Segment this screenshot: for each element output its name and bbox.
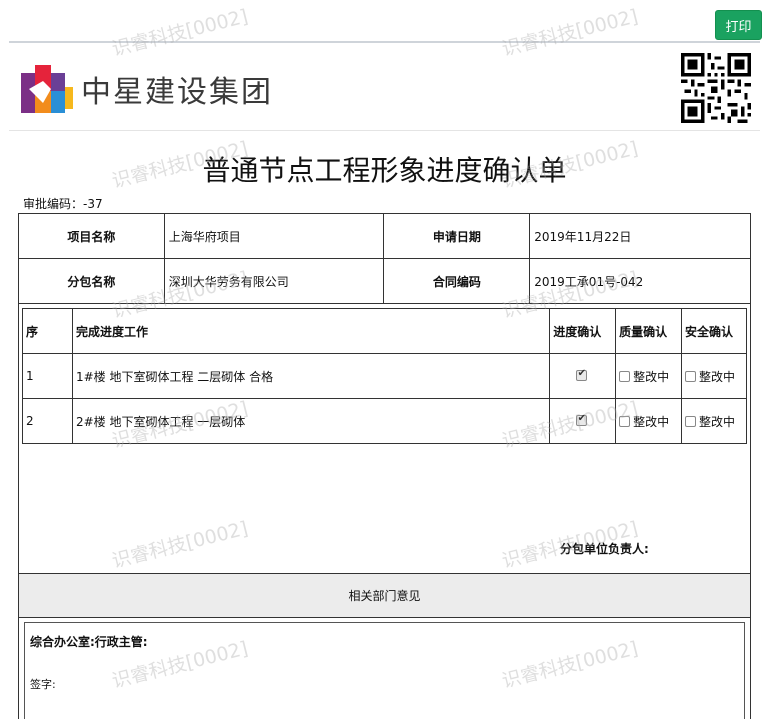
safety-label: 整改中 — [699, 414, 736, 429]
project-value: 上海华府项目 — [163, 213, 385, 259]
subcontract-value: 深圳大华劳务有限公司 — [163, 258, 385, 304]
quality-label: 整改中 — [633, 414, 670, 429]
print-button[interactable]: 打印 — [715, 10, 762, 40]
col-header-progress: 进度确认 — [549, 308, 617, 354]
quality-checkbox[interactable] — [619, 370, 631, 382]
safety-cell: 整改中 — [681, 353, 747, 399]
progress-checkbox[interactable] — [575, 413, 587, 426]
contract-value: 2019工承01号-042 — [529, 258, 751, 304]
document-sheet: 中星建设集团 普通节点工程形象进度确认单 审批编码：-37 项目名称 上海华府项… — [9, 41, 760, 719]
col-header-safety: 安全确认 — [681, 308, 747, 354]
progress-cell — [549, 398, 617, 444]
table-row: 2 2#楼 地下室砌体工程 一层砌体 整改中 整改中 — [22, 398, 747, 444]
quality-label: 整改中 — [633, 369, 670, 384]
work-section: 序 完成进度工作 进度确认 质量确认 安全确认 1 1#楼 地下室砌体工程 二层… — [18, 303, 751, 575]
company-logo-icon — [21, 65, 73, 113]
row-no: 2 — [22, 398, 73, 444]
row-no: 1 — [22, 353, 73, 399]
office-opinion-box: 综合办公室:行政主管: 签字: — [24, 622, 745, 719]
dept-opinion-bar: 相关部门意见 — [18, 573, 751, 618]
office-sign-label: 签字: — [30, 678, 56, 691]
document-title: 普通节点工程形象进度确认单 — [202, 154, 567, 187]
work-table: 序 完成进度工作 进度确认 质量确认 安全确认 1 1#楼 地下室砌体工程 二层… — [22, 308, 747, 444]
progress-cell — [549, 353, 617, 399]
contract-label: 合同编码 — [383, 258, 531, 304]
info-row: 项目名称 上海华府项目 申请日期 2019年11月22日 — [18, 213, 751, 259]
approval-code: 审批编码：-37 — [23, 195, 103, 212]
row-desc: 1#楼 地下室砌体工程 二层砌体 合格 — [71, 353, 551, 399]
approval-code-label: 审批编码： — [23, 197, 84, 211]
safety-label: 整改中 — [699, 369, 736, 384]
dept-opinion-section: 综合办公室:行政主管: 签字: — [18, 618, 751, 719]
safety-cell: 整改中 — [681, 398, 747, 444]
subcontractor-sign-label: 分包单位负责人: — [560, 542, 649, 556]
office-opinion-title: 综合办公室:行政主管: — [30, 635, 148, 649]
qr-code-icon — [681, 53, 751, 123]
col-header-quality: 质量确认 — [615, 308, 683, 354]
project-label: 项目名称 — [18, 213, 165, 259]
row-desc: 2#楼 地下室砌体工程 一层砌体 — [71, 398, 551, 444]
info-row: 分包名称 深圳大华劳务有限公司 合同编码 2019工承01号-042 — [18, 258, 751, 304]
quality-cell: 整改中 — [615, 353, 683, 399]
info-table: 项目名称 上海华府项目 申请日期 2019年11月22日 分包名称 深圳大华劳务… — [18, 213, 751, 304]
company-logo: 中星建设集团 — [21, 59, 273, 119]
document-header: 中星建设集团 — [9, 43, 760, 131]
safety-checkbox[interactable] — [685, 415, 697, 427]
quality-checkbox[interactable] — [619, 415, 631, 427]
company-name: 中星建设集团 — [81, 75, 273, 110]
subcontract-label: 分包名称 — [18, 258, 165, 304]
date-label: 申请日期 — [383, 213, 531, 259]
table-row: 1 1#楼 地下室砌体工程 二层砌体 合格 整改中 整改中 — [22, 353, 747, 399]
col-header-work: 完成进度工作 — [71, 308, 551, 354]
col-header-no: 序 — [22, 308, 73, 354]
approval-code-value: -37 — [83, 197, 103, 211]
progress-checkbox[interactable] — [575, 368, 587, 381]
quality-cell: 整改中 — [615, 398, 683, 444]
work-header-row: 序 完成进度工作 进度确认 质量确认 安全确认 — [22, 308, 747, 354]
safety-checkbox[interactable] — [685, 370, 697, 382]
date-value: 2019年11月22日 — [529, 213, 751, 259]
